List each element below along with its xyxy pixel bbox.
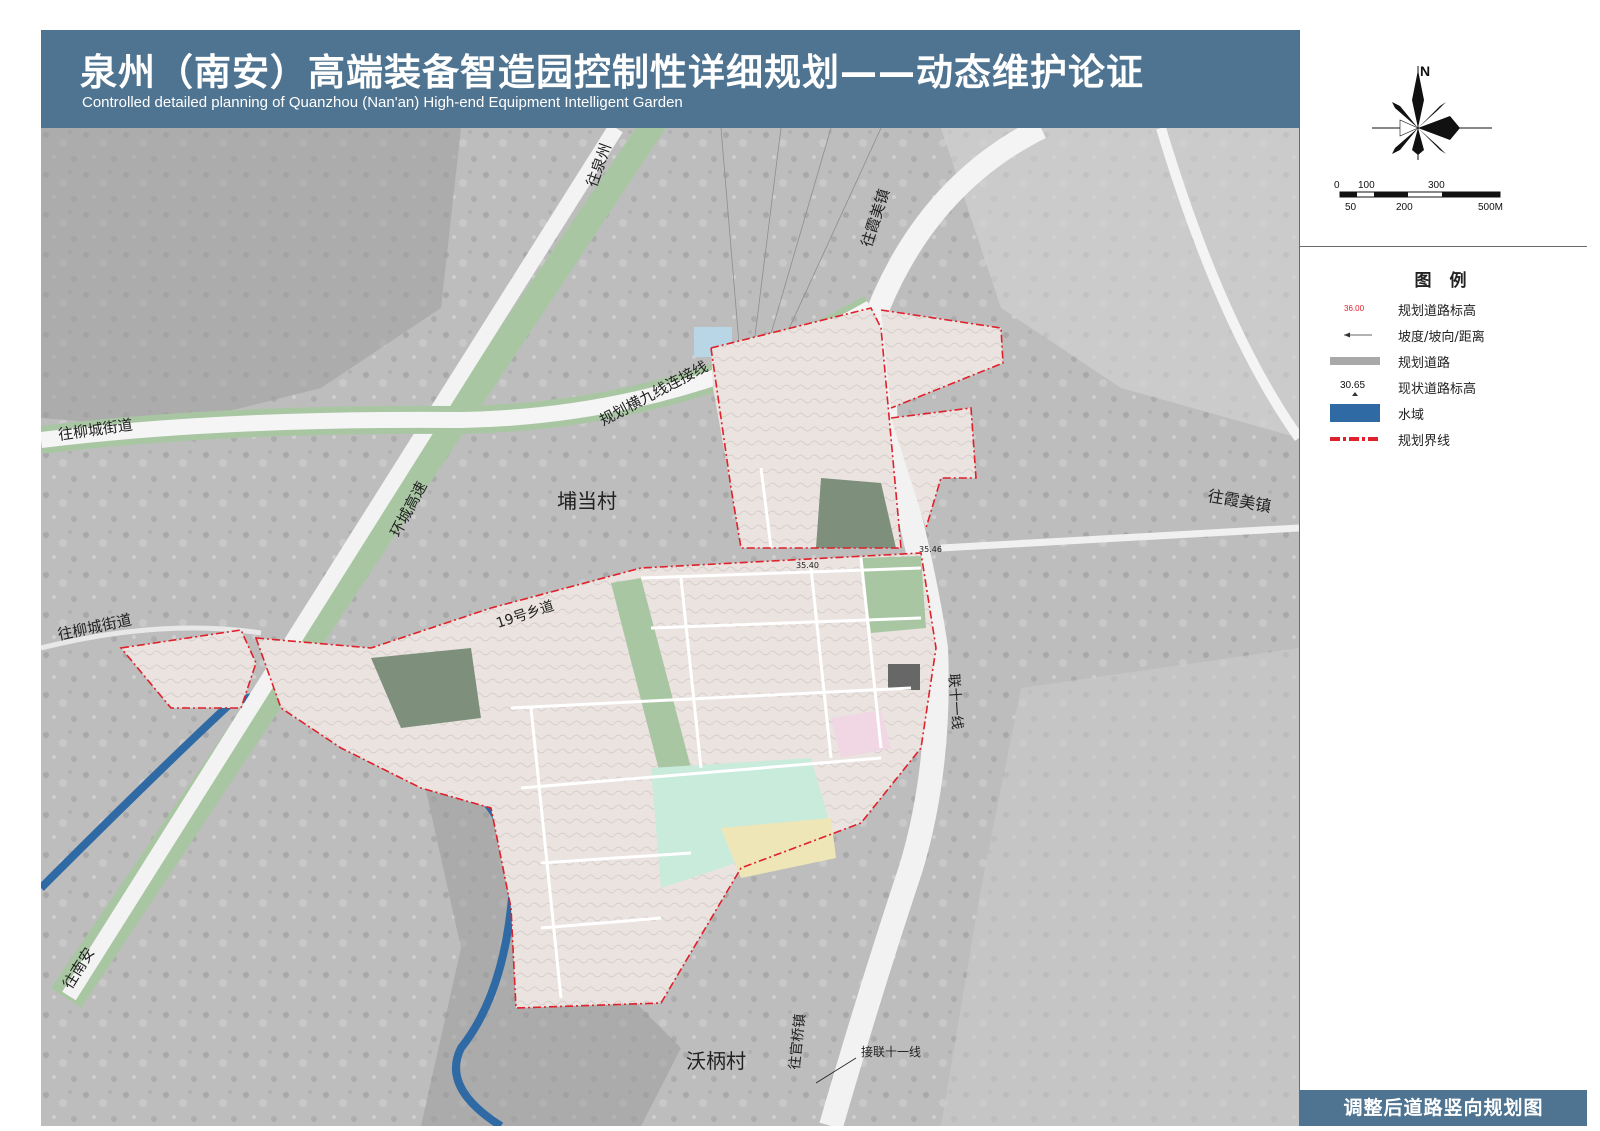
planned-road-swatch — [1330, 357, 1380, 365]
elevation-sample-2: 35.46 — [919, 545, 942, 554]
legend-item-planned-road: 规划道路 — [1330, 350, 1580, 372]
legend-label: 坡度/坡向/距离 — [1398, 330, 1485, 345]
legend-panel: N 0 100 300 50 200 500M 图 例 36.00 规划道路标高 — [1299, 30, 1587, 1126]
scale-bottom-500m: 500M — [1478, 202, 1503, 213]
svg-text:36.00: 36.00 — [1344, 304, 1365, 313]
scale-top-300: 300 — [1428, 180, 1445, 191]
parcel-dark — [888, 664, 920, 690]
legend-label: 水域 — [1398, 408, 1425, 423]
legend-title: 图 例 — [1414, 271, 1473, 291]
svg-text:30.65: 30.65 — [1340, 380, 1365, 391]
scale-bottom-200: 200 — [1396, 202, 1413, 213]
legend-label: 规划道路 — [1398, 356, 1451, 371]
label-jie-lian11: 接联十一线 — [861, 1044, 921, 1059]
north-label: N — [1420, 63, 1430, 79]
scale-top-0: 0 — [1334, 180, 1340, 191]
compass-scale-box: N 0 100 300 50 200 500M — [1300, 30, 1587, 247]
existing-elevation-icon: 30.65 — [1340, 380, 1365, 396]
legend-label: 现状道路标高 — [1398, 382, 1477, 397]
scale-top-100: 100 — [1358, 180, 1375, 191]
boundary-line-icon — [1330, 437, 1380, 441]
legend-label: 规划界线 — [1398, 434, 1451, 449]
compass-icon: N 0 100 300 50 200 500M — [1334, 63, 1503, 213]
legend-item-boundary: 规划界线 — [1330, 428, 1580, 450]
planned-elevation-icon: 36.00 — [1344, 304, 1365, 313]
map-canvas: 往泉州 往霞美镇 往霞美镇 往柳城街道 往柳城街道 环城高速 规划横九线连接线 … — [41, 128, 1299, 1126]
page-subtitle-en: Controlled detailed planning of Quanzhou… — [82, 94, 683, 111]
label-wobing: 沃柄村 — [686, 1049, 746, 1073]
drawing-name: 调整后道路竖向规划图 — [1300, 1090, 1587, 1126]
scale-bottom-50: 50 — [1345, 202, 1357, 213]
page-title: 泉州（南安）高端装备智造园控制性详细规划——动态维护论证 — [80, 51, 1144, 94]
legend-item-water: 水域 — [1330, 402, 1580, 424]
water-swatch — [1330, 404, 1380, 422]
scale-bar: 0 100 300 50 200 500M — [1334, 180, 1503, 213]
legend-item-existing-elevation: 30.65 现状道路标高 — [1330, 376, 1580, 398]
label-pudang: 埔当村 — [557, 489, 617, 513]
elevation-sample-1: 35.40 — [796, 561, 819, 570]
legend-label: 规划道路标高 — [1398, 304, 1477, 319]
legend-item-slope: 坡度/坡向/距离 — [1330, 324, 1580, 346]
slope-arrow-icon — [1344, 332, 1372, 338]
legend-item-planned-elevation: 36.00 规划道路标高 — [1330, 298, 1580, 320]
